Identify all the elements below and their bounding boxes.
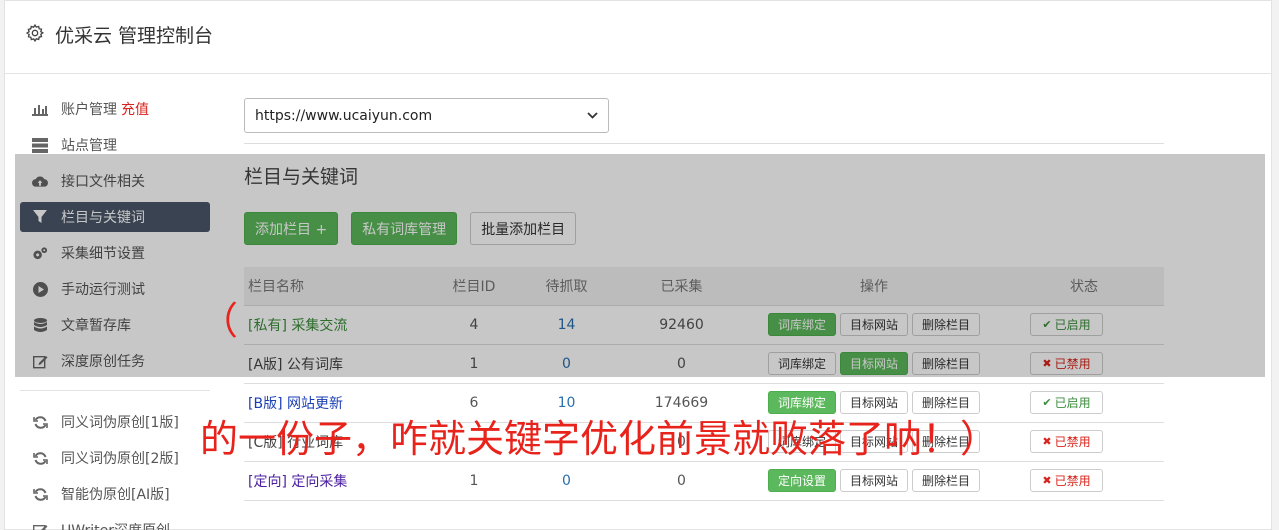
header: 优采云 管理控制台 bbox=[5, 1, 1271, 74]
sidebar-item-uwriter[interactable]: UWriter深度原创 bbox=[20, 515, 210, 530]
close-icon: ✖ bbox=[1042, 474, 1052, 487]
targeted-settings-button[interactable]: 定向设置 bbox=[767, 469, 836, 492]
caption-text: 的一份子，咋就关键字优化前景就败落了呐！） bbox=[200, 417, 999, 461]
caption-paren: （ bbox=[200, 299, 239, 343]
sidebar-item-label: 站点管理 bbox=[61, 138, 117, 154]
table-row: [定向] 定向采集 1 0 0 定向设置 目标网站 删除栏目 ✖ 已禁用 bbox=[244, 461, 1164, 501]
bar-chart-icon bbox=[32, 101, 48, 117]
status-toggle[interactable]: ✖ 已禁用 bbox=[1030, 430, 1103, 453]
collected-count: 0 bbox=[619, 461, 744, 501]
check-icon: ✔ bbox=[1042, 396, 1052, 409]
recharge-link[interactable]: 充值 bbox=[121, 99, 149, 119]
status-toggle[interactable]: ✖ 已禁用 bbox=[1030, 469, 1103, 492]
sidebar-item-label: 同义词伪原创[2版] bbox=[61, 451, 179, 467]
site-select-value: https://www.ucaiyun.com bbox=[255, 107, 433, 124]
status-label: 已启用 bbox=[1054, 396, 1091, 410]
refresh-icon bbox=[32, 486, 48, 502]
status-toggle[interactable]: ✔ 已启用 bbox=[1030, 391, 1103, 414]
sidebar-item-ai-original[interactable]: 智能伪原创[AI版] bbox=[20, 479, 210, 509]
column-name[interactable]: [定向] 定向采集 bbox=[244, 461, 434, 501]
sidebar-item-label: 同义词伪原创[1版] bbox=[61, 415, 179, 431]
page-title: 优采云 管理控制台 bbox=[55, 25, 214, 47]
delete-column-button[interactable]: 删除栏目 bbox=[912, 469, 981, 492]
status-label: 已禁用 bbox=[1054, 474, 1091, 488]
sidebar-item-label: 智能伪原创[AI版] bbox=[61, 487, 170, 503]
chevron-down-icon bbox=[587, 112, 598, 119]
sidebar-item-synonym-v2[interactable]: 同义词伪原创[2版] bbox=[20, 443, 210, 473]
status-label: 已禁用 bbox=[1054, 435, 1091, 449]
sidebar-item-label: 账户管理 bbox=[61, 102, 117, 118]
sidebar-item-label: UWriter深度原创 bbox=[61, 520, 170, 530]
sidebar-item-synonym-v1[interactable]: 同义词伪原创[1版] bbox=[20, 407, 210, 437]
pending-count: 0 bbox=[514, 461, 619, 501]
sidebar-item-account[interactable]: 账户管理 充值 bbox=[20, 94, 210, 124]
site-select[interactable]: https://www.ucaiyun.com bbox=[244, 98, 609, 133]
edit-icon bbox=[32, 522, 48, 530]
column-id: 1 bbox=[434, 461, 514, 501]
target-site-button[interactable]: 目标网站 bbox=[839, 469, 908, 492]
divider bbox=[244, 143, 1164, 144]
gear-icon bbox=[25, 23, 45, 43]
close-icon: ✖ bbox=[1042, 435, 1052, 448]
refresh-icon bbox=[32, 450, 48, 466]
sidebar-divider bbox=[20, 390, 210, 391]
refresh-icon bbox=[32, 414, 48, 430]
server-icon bbox=[32, 137, 48, 153]
